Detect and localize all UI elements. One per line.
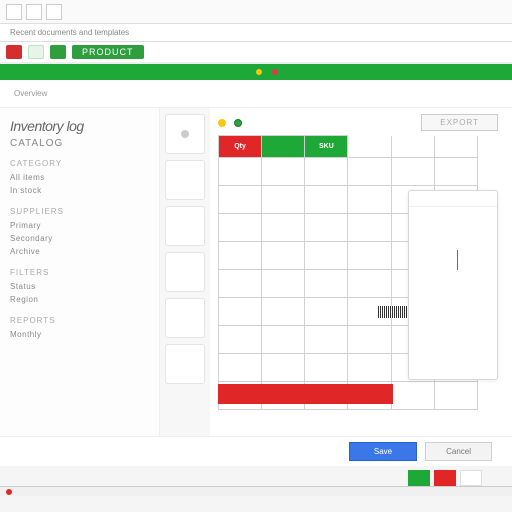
status-dot-yellow — [256, 69, 262, 75]
sidebar-item[interactable]: All items — [10, 171, 149, 184]
tab-label[interactable]: Recent documents and templates — [10, 28, 129, 37]
save-button[interactable]: Save — [349, 442, 417, 461]
taskbar[interactable] — [0, 486, 512, 496]
filter-dot-yellow[interactable] — [218, 119, 226, 127]
side-panel-header — [409, 191, 497, 207]
recent-icon[interactable] — [46, 4, 62, 20]
sidebar-group: SUPPLIERS Primary Secondary Archive — [10, 207, 149, 258]
chip-green — [408, 470, 430, 486]
sidebar-item[interactable]: Status — [10, 280, 149, 293]
thumbnail[interactable] — [165, 160, 205, 200]
grid-header[interactable]: SKU — [305, 136, 348, 158]
sidebar-group-head: SUPPLIERS — [10, 207, 149, 216]
sub-navigation: Overview — [0, 80, 512, 108]
sidebar-group-head: FILTERS — [10, 268, 149, 277]
chip-blank — [460, 470, 482, 486]
grid-header[interactable]: Qty — [219, 136, 262, 158]
sidebar-item[interactable]: Region — [10, 293, 149, 306]
brand-chip-red — [6, 45, 22, 59]
sidebar-subtitle: CATALOG — [10, 138, 149, 149]
content-toolbar: EXPORT — [218, 114, 498, 131]
thumbnail[interactable] — [165, 344, 205, 384]
ribbon: PRODUCT — [0, 42, 512, 64]
brand-chip-green — [50, 45, 66, 59]
sidebar-item[interactable]: Archive — [10, 245, 149, 258]
sidebar-group: CATEGORY All items In stock — [10, 159, 149, 197]
sidebar-item[interactable]: Primary — [10, 219, 149, 232]
grid-header[interactable] — [262, 136, 305, 158]
grid-footer-bar — [218, 384, 393, 404]
sidebar-group: FILTERS Status Region — [10, 268, 149, 306]
sidebar-item[interactable]: Secondary — [10, 232, 149, 245]
start-icon[interactable] — [6, 489, 12, 495]
file-icon[interactable] — [6, 4, 22, 20]
sidebar-title: Inventory log — [10, 118, 149, 134]
grid-header[interactable] — [348, 136, 391, 158]
thumbnail[interactable] — [165, 114, 205, 154]
footer-actions: Save Cancel — [0, 436, 512, 466]
brand-chip-pale — [28, 45, 44, 59]
grid-header[interactable] — [391, 136, 434, 158]
barcode-icon — [378, 306, 412, 318]
sidebar-group: REPORTS Monthly — [10, 316, 149, 341]
export-button[interactable]: EXPORT — [421, 114, 498, 131]
sidebar-group-head: CATEGORY — [10, 159, 149, 168]
text-cursor — [457, 250, 458, 270]
sidebar-group-head: REPORTS — [10, 316, 149, 325]
thumbnail[interactable] — [165, 206, 205, 246]
accent-bar — [0, 64, 512, 80]
document-tabs: Recent documents and templates — [0, 24, 512, 42]
folder-icon[interactable] — [26, 4, 42, 20]
thumbnail[interactable] — [165, 298, 205, 338]
status-chips — [408, 470, 482, 486]
product-label: PRODUCT — [72, 45, 144, 59]
sidebar: Inventory log CATALOG CATEGORY All items… — [0, 108, 160, 448]
status-dot-red — [272, 69, 278, 75]
sidebar-item[interactable]: In stock — [10, 184, 149, 197]
cancel-button[interactable]: Cancel — [425, 442, 492, 461]
top-toolbar — [0, 0, 512, 24]
subnav-item[interactable]: Overview — [14, 89, 47, 98]
sidebar-item[interactable]: Monthly — [10, 328, 149, 341]
grid-header[interactable] — [434, 136, 477, 158]
filter-dot-green[interactable] — [234, 119, 242, 127]
grid-header-row: Qty SKU — [219, 136, 478, 158]
content-pane: EXPORT Qty SKU — [210, 108, 512, 448]
thumbnail-column — [160, 108, 210, 448]
main-area: Inventory log CATALOG CATEGORY All items… — [0, 108, 512, 448]
table-row[interactable] — [219, 158, 478, 186]
side-panel[interactable] — [408, 190, 498, 380]
chip-red — [434, 470, 456, 486]
thumbnail[interactable] — [165, 252, 205, 292]
